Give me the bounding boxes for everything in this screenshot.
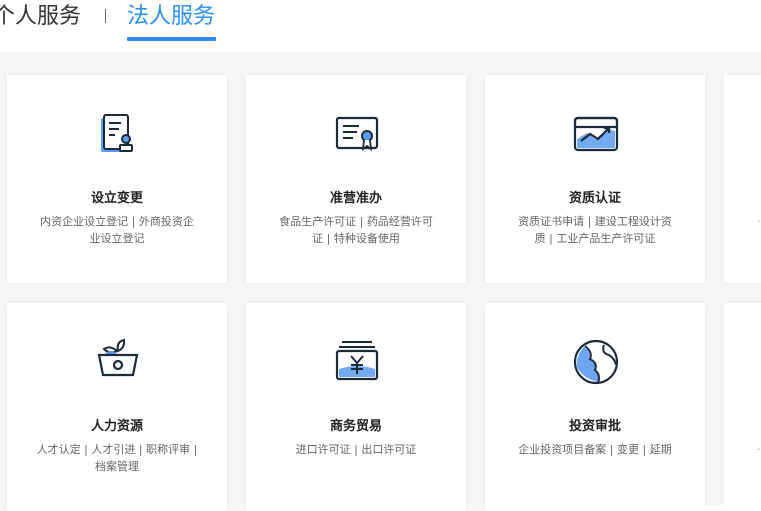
card-title: 商务贸易 <box>329 419 382 434</box>
active-tab-indicator <box>127 37 216 41</box>
service-card-partial[interactable]: · <box>724 303 761 511</box>
card-description: 人才认定 | 人才引进 | 职称评审 | 档案管理 <box>36 443 198 473</box>
card-title: 投资审批 <box>568 419 621 434</box>
yuan-trade-icon <box>332 337 382 387</box>
certificate-change-icon <box>93 109 143 159</box>
globe-investment-icon <box>571 337 621 387</box>
card-title: 人力资源 <box>90 419 143 434</box>
service-card-business-permit[interactable]: 准营准办 食品生产许可证 | 药品经营许可证 | 特种设备使用 <box>246 75 466 283</box>
service-tabs: 个人服务 法人服务 <box>0 0 761 52</box>
bottom-overlay <box>535 505 725 511</box>
card-title: 设立变更 <box>90 191 143 206</box>
service-card-qualification[interactable]: 资质认证 资质证书申请 | 建设工程设计资质 | 工业产品生产许可证 <box>485 75 705 283</box>
card-description: 内资企业设立登记 | 外商投资企业设立登记 <box>40 215 194 245</box>
service-card-establishment-change[interactable]: 设立变更 内资企业设立登记 | 外商投资企业设立登记 <box>7 75 227 283</box>
card-description: 进口许可证 | 出口许可证 <box>295 443 417 456</box>
qualification-chart-icon <box>571 109 621 159</box>
partial-text: · <box>757 215 761 228</box>
fruit-basket-icon <box>93 337 143 387</box>
partial-text: · <box>757 443 761 456</box>
tab-divider <box>105 9 106 23</box>
service-card-partial[interactable]: · <box>724 75 761 283</box>
tab-personal-services[interactable]: 个人服务 <box>0 2 81 32</box>
card-description: 企业投资项目备案 | 变更 | 延期 <box>518 443 672 456</box>
service-card-human-resources[interactable]: 人力资源 人才认定 | 人才引进 | 职称评审 | 档案管理 <box>7 303 227 511</box>
card-title: 资质认证 <box>568 191 621 206</box>
tab-legal-services[interactable]: 法人服务 <box>127 2 215 32</box>
card-title: 准营准办 <box>329 191 382 206</box>
license-ribbon-icon <box>332 109 382 159</box>
card-description: 资质证书申请 | 建设工程设计资质 | 工业产品生产许可证 <box>518 215 672 245</box>
service-card-commerce-trade[interactable]: 商务贸易 进口许可证 | 出口许可证 <box>246 303 466 511</box>
card-description: 食品生产许可证 | 药品经营许可证 | 特种设备使用 <box>279 215 433 245</box>
service-card-investment-approval[interactable]: 投资审批 企业投资项目备案 | 变更 | 延期 <box>485 303 705 511</box>
